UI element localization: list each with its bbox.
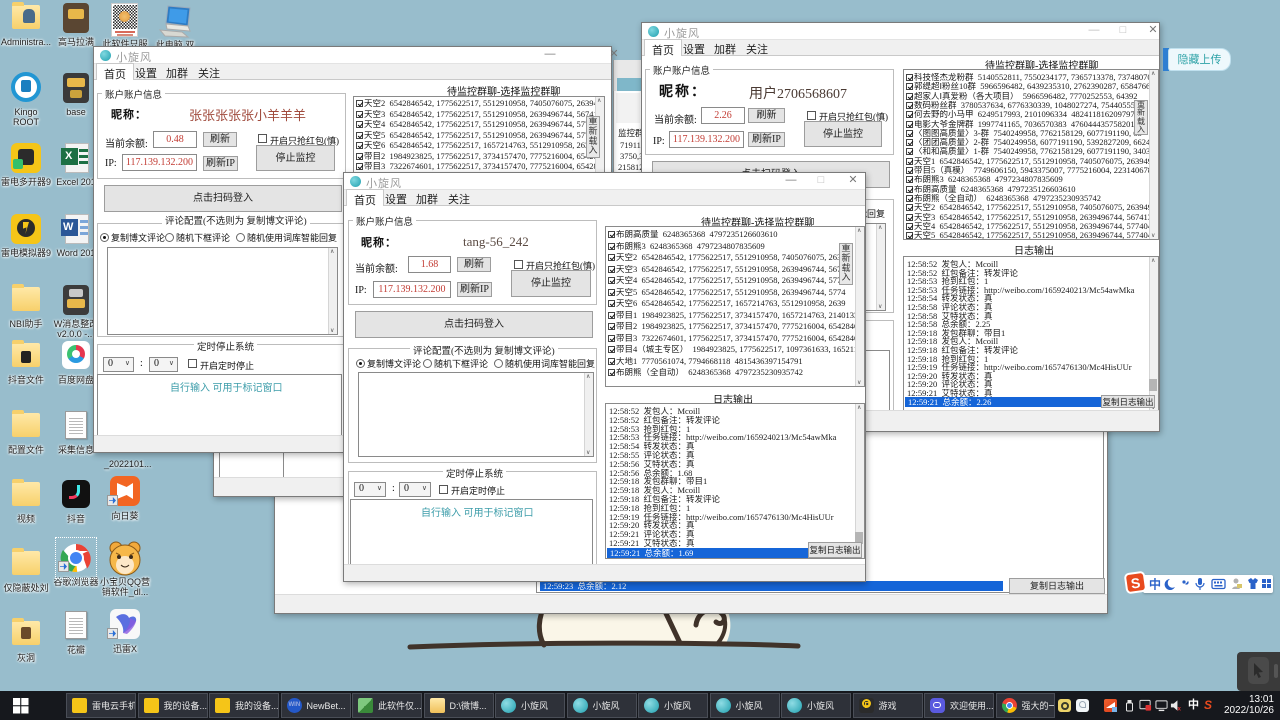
svg-text:x: x [1177,706,1181,712]
svg-text:中: 中 [1149,577,1161,591]
